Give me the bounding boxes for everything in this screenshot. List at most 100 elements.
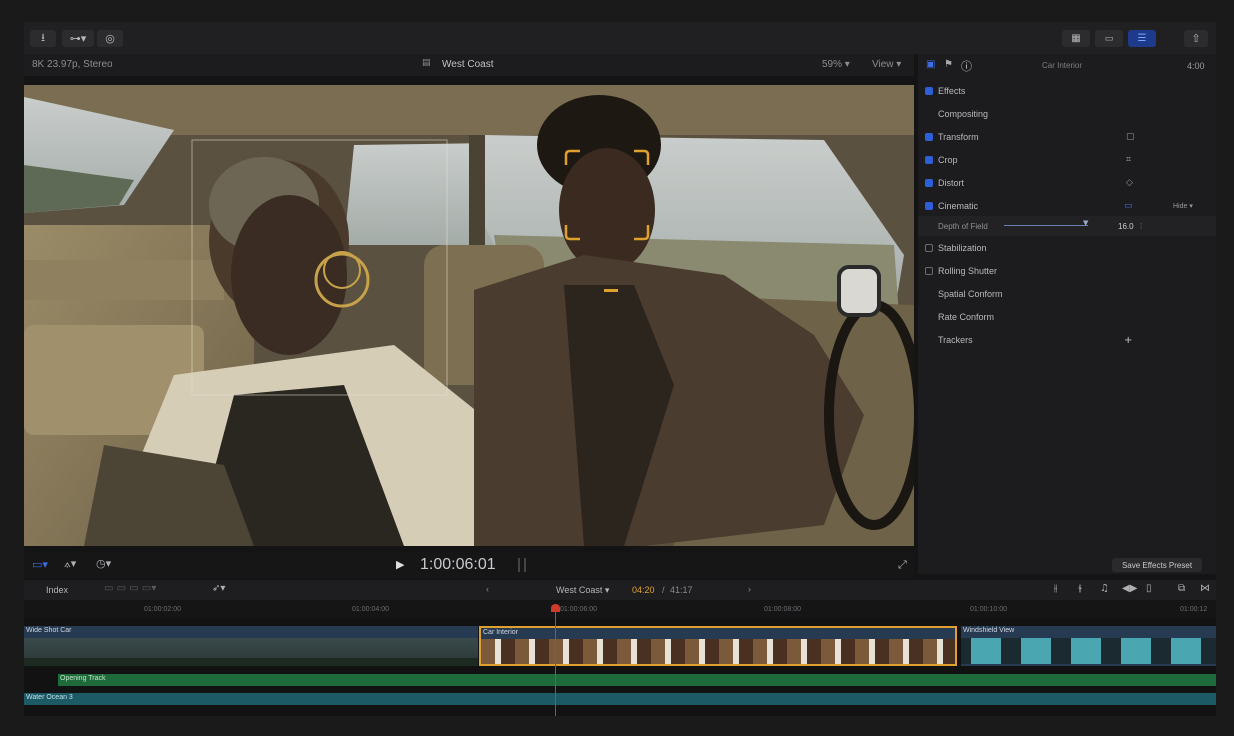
rolling-shutter-label: Rolling Shutter [938,266,998,276]
index-button[interactable]: Index [46,585,68,595]
browser-toggle-button[interactable]: ▦ [1062,30,1090,47]
video-inspector-icon[interactable]: ▣ [926,59,935,70]
trackers-row[interactable]: Trackers + [918,330,1216,350]
timeline-ruler[interactable]: 01:00:02:00 01:00:04:00 01:00:06:00 01:0… [24,602,1216,618]
depth-of-field-row: Depth of Field ▼ 16.0 ⁞ [918,216,1216,236]
check-circle-icon: ◎ [105,32,115,45]
project-name: West Coast [442,59,494,70]
keyword-button[interactable]: ⊶▾ [62,30,94,47]
rolling-shutter-row[interactable]: Rolling Shutter [918,261,1216,281]
spatial-conform-row[interactable]: Spatial Conform [918,284,1216,304]
view-dropdown[interactable]: View ▾ [872,59,901,70]
analysis-button[interactable]: ◎ [97,30,123,47]
view-label: View [872,59,894,70]
audio-skim-icon[interactable]: ⫳ [1078,583,1082,594]
value-stepper[interactable]: ⁞ [1140,222,1142,231]
effects-row[interactable]: Effects [918,81,1216,101]
slider-thumb[interactable]: ▼ [1083,219,1088,227]
clip-windshield-filmstrip [961,638,1216,664]
transform-row[interactable]: Transform ▢ [918,127,1216,147]
format-label: 8K 23.97p, Stereo [32,59,113,70]
cinematic-row[interactable]: Cinematic ▭ Hide ▾ [918,196,1216,216]
crop-checkbox[interactable] [925,156,933,164]
cinematic-hide-toggle[interactable]: Hide ▾ [1173,202,1193,210]
play-icon[interactable]: ▶ [396,558,404,571]
effects-checkbox[interactable] [925,87,933,95]
ruler-tick-3: 01:00:06:00 [560,606,597,613]
snapping-icon[interactable]: ▯ [1146,583,1152,594]
filmstrip-icon: ▭ [1104,33,1114,44]
share-icon: ⇧ [1191,32,1201,45]
skimming-icon[interactable]: ⫲ [1054,583,1057,594]
crop-onscreen-icon[interactable]: ⌗ [1126,155,1131,165]
rolling-shutter-checkbox[interactable] [925,267,933,275]
save-preset-label: Save Effects Preset [1121,560,1193,570]
share-button[interactable]: ⇧ [1184,30,1208,47]
transform-tool-icon[interactable]: ⟑▾ [64,557,76,571]
import-button[interactable]: ⭳ [30,30,56,47]
solo-icon[interactable]: ◀▶ [1122,583,1137,594]
info-icon[interactable]: ⓘ [961,58,972,74]
timeline-header: Index ▭ ▭ ▭ ▭▾ ➶▾ ‹ West Coast ▾ 04:20 /… [24,580,1216,600]
video-frame [24,85,914,546]
timecode-divider-2 [524,558,526,572]
cinematic-camera-icon[interactable]: ▭ [1124,201,1133,211]
inspector-toggle-button[interactable]: ☰ [1128,30,1156,47]
ruler-tick-4: 01:00:08:00 [764,606,801,613]
fullscreen-icon[interactable]: ⤢ [898,558,907,572]
distort-label: Distort [938,178,965,188]
clip-interior-filmstrip [481,639,955,664]
timeline-project-dropdown[interactable]: West Coast ▾ [556,585,609,596]
distort-checkbox[interactable] [925,179,933,187]
clip-windshield-view[interactable]: Windshield View [961,626,1216,666]
clip-appearance-icons[interactable]: ▭ ▭ ▭ ▭▾ [104,583,156,594]
transform-onscreen-icon[interactable]: ▢ [1126,132,1135,142]
effects-label: Effects [938,86,966,96]
audio-clip-water-ocean[interactable]: Water Ocean 3 [24,693,1216,705]
depth-of-field-label: Depth of Field [938,221,988,231]
effects-browser-icon[interactable]: ⋈ [1200,583,1210,594]
distort-onscreen-icon[interactable]: ◇ [1126,178,1133,188]
clip-wide-shot-car[interactable]: Wide Shot Car [24,626,478,666]
transform-checkbox[interactable] [925,133,933,141]
rate-conform-label: Rate Conform [938,312,995,322]
speed-icon[interactable]: ◷▾ [96,557,111,570]
compositing-row[interactable]: Compositing [918,104,1216,124]
clip-wide-audio [24,658,478,666]
depth-of-field-slider[interactable] [1004,225,1088,226]
playhead-handle[interactable] [551,604,560,612]
inspector-panel: ▣ ⚑ ⓘ Car Interior 4:00 Effects Composit… [918,54,1216,574]
transform-label: Transform [938,132,979,142]
color-inspector-icon[interactable]: ⚑ [944,59,953,70]
audio-clip-opening-track[interactable]: Opening Track [58,674,1216,686]
add-tracker-icon[interactable]: + [1124,335,1132,346]
rate-conform-row[interactable]: Rate Conform [918,307,1216,327]
timeline-toggle-button[interactable]: ▭ [1095,30,1123,47]
crop-row[interactable]: Crop ⌗ [918,150,1216,170]
grid-icon: ▦ [1071,33,1081,44]
depth-of-field-value[interactable]: 16.0 [1118,222,1134,231]
cinematic-checkbox[interactable] [925,202,933,210]
camera-icon[interactable]: ▭▾ [32,558,48,571]
viewer-controls: ▭▾ ⟑▾ ◷▾ ▶ 1:00:06:01 ⤢ [24,552,914,578]
stabilization-checkbox[interactable] [925,244,933,252]
forward-arrow-icon[interactable]: › [748,584,751,594]
timecode-display[interactable]: 1:00:06:01 [420,556,496,574]
headphones-icon[interactable]: ♫ [1100,583,1109,594]
clip-appearance-icon[interactable]: ⧉ [1178,583,1185,594]
hide-label: Hide [1173,203,1188,210]
playhead[interactable] [555,604,556,716]
zoom-dropdown[interactable]: 59% ▾ [822,59,850,70]
timeline-total: 41:17 [670,585,693,595]
trackers-label: Trackers [938,335,973,345]
stabilization-row[interactable]: Stabilization [918,238,1216,258]
distort-row[interactable]: Distort ◇ [918,173,1216,193]
save-effects-preset-button[interactable]: Save Effects Preset [1112,558,1202,572]
clip-car-interior[interactable]: Car Interior [479,626,957,666]
inspector-duration: 4:00 [1187,61,1205,71]
inspector-clip-name: Car Interior [1042,61,1083,70]
back-arrow-icon[interactable]: ‹ [486,584,489,594]
top-toolbar [24,22,1216,54]
clip-label-windshield: Windshield View [963,627,1015,634]
select-tool-icon[interactable]: ➶▾ [212,583,225,594]
